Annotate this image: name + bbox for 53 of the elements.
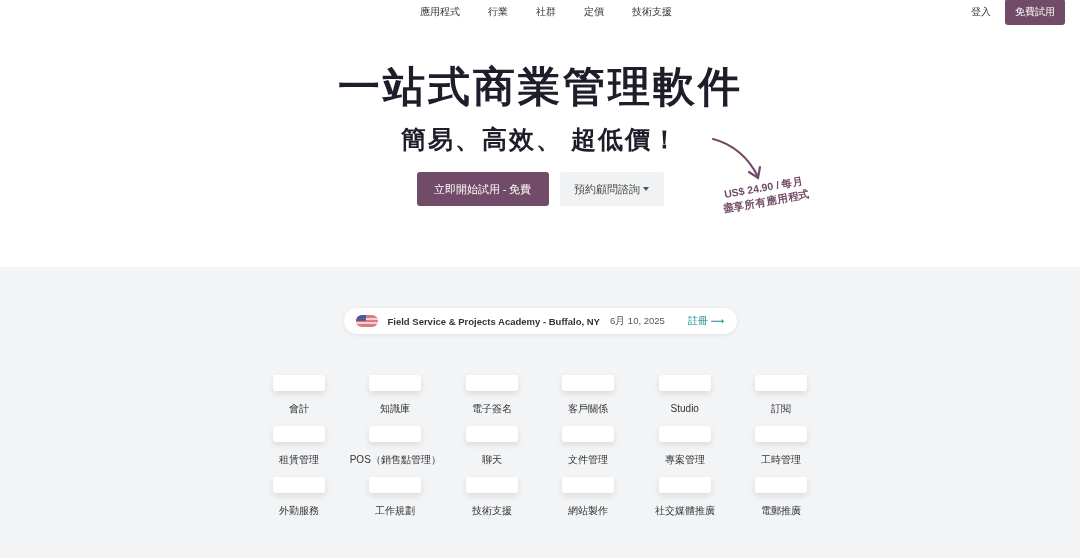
nav-link[interactable]: 應用程式 (420, 5, 460, 19)
app-label[interactable]: 租賃管理 (278, 453, 319, 466)
flag-icon (355, 315, 378, 327)
app-tile[interactable] (369, 477, 422, 493)
app-label[interactable]: 網站製作 (568, 504, 609, 517)
app-tile[interactable] (272, 375, 325, 391)
app-label[interactable]: Studio (670, 402, 699, 415)
app-label[interactable]: 訂閱 (771, 402, 792, 415)
app-label[interactable]: POS（銷售點管理） (349, 453, 441, 466)
app-tile[interactable] (562, 477, 615, 493)
app-label[interactable]: 電子簽名 (471, 402, 512, 415)
app-tile[interactable] (465, 477, 518, 493)
app-tile[interactable] (755, 426, 808, 442)
app-tile[interactable] (755, 375, 808, 391)
app-label[interactable]: 會計 (288, 402, 309, 415)
event-title: Field Service & Projects Academy - Buffalo, NY (387, 315, 600, 327)
app-tile[interactable] (465, 426, 518, 442)
app-label[interactable]: 客戶關係 (568, 402, 609, 415)
start-trial-button[interactable]: 立即開始試用 - 免費 (416, 172, 549, 206)
free-trial-button[interactable]: 免費試用 (1005, 0, 1065, 25)
app-label[interactable]: 工時管理 (761, 453, 802, 466)
app-tile[interactable] (369, 426, 422, 442)
app-label[interactable]: 技術支援 (471, 504, 512, 517)
app-tile[interactable] (658, 375, 711, 391)
app-tile[interactable] (369, 375, 422, 391)
app-label[interactable]: 知識庫 (380, 402, 411, 415)
app-tile[interactable] (562, 426, 615, 442)
app-label[interactable]: 工作規劃 (375, 504, 416, 517)
caret-icon (643, 187, 649, 191)
app-tile[interactable] (272, 426, 325, 442)
app-tile[interactable] (755, 477, 808, 493)
nav-link[interactable]: 技術支援 (632, 5, 672, 19)
app-tile[interactable] (562, 375, 615, 391)
event-date: 6月 10, 2025 (609, 314, 665, 328)
curved-arrow-icon (710, 136, 763, 182)
app-label[interactable]: 社交媒體推廣 (654, 504, 715, 517)
book-consultation-button[interactable]: 預約顧問諮詢 (559, 172, 664, 206)
app-tile[interactable] (272, 477, 325, 493)
app-tile[interactable] (658, 477, 711, 493)
app-label[interactable]: 外勤服務 (278, 504, 319, 517)
hero-subtitle: 簡易、高效、 超低價！ (400, 124, 680, 154)
nav-link[interactable]: 行業 (488, 5, 508, 19)
nav-link[interactable]: 社群 (536, 5, 556, 19)
login-link[interactable]: 登入 (971, 5, 991, 19)
app-tile[interactable] (658, 426, 711, 442)
app-label[interactable]: 專案管理 (664, 453, 705, 466)
app-label[interactable]: 文件管理 (568, 453, 609, 466)
register-link[interactable]: 註冊 ⟶ (688, 314, 725, 328)
hero-title: 一站式商業管理軟件 (337, 62, 743, 112)
app-label[interactable]: 電郵推廣 (761, 504, 802, 517)
nav-link[interactable]: 定價 (584, 5, 604, 19)
app-tile[interactable] (465, 375, 518, 391)
app-label[interactable]: 聊天 (481, 453, 502, 466)
